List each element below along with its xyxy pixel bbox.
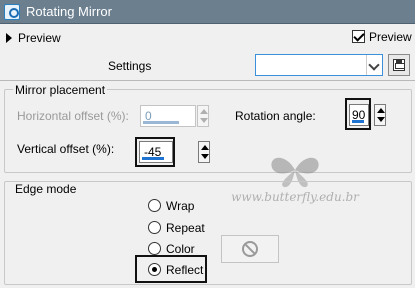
radio-button-icon[interactable] — [148, 263, 161, 276]
horizontal-offset-label: Horizontal offset (%): — [17, 109, 129, 123]
preview-row: Preview Preview o — [0, 24, 415, 52]
radio-repeat[interactable]: Repeat — [148, 221, 205, 235]
spin-down-icon[interactable] — [201, 154, 209, 159]
radio-color[interactable]: Color — [148, 242, 195, 256]
radio-repeat-label: Repeat — [166, 221, 205, 235]
radio-button-icon[interactable] — [148, 242, 161, 255]
radio-button-icon[interactable] — [148, 221, 161, 234]
app-icon — [4, 4, 20, 20]
radio-reflect-label: Reflect — [166, 263, 204, 277]
vertical-offset-label: Vertical offset (%): — [17, 142, 115, 156]
window-title: Rotating Mirror — [26, 4, 112, 19]
vertical-offset-input[interactable]: -45 — [139, 141, 173, 163]
radio-reflect[interactable]: Reflect — [148, 263, 203, 277]
spin-up-icon[interactable] — [377, 108, 385, 113]
spin-down-icon[interactable] — [377, 117, 385, 122]
mirror-placement-title: Mirror placement — [13, 83, 108, 97]
radio-button-icon[interactable] — [148, 199, 161, 212]
color-swatch[interactable] — [221, 235, 279, 263]
save-settings-button[interactable] — [388, 54, 410, 76]
horizontal-offset-input[interactable]: 0 — [140, 105, 196, 127]
preview-toggle[interactable]: Preview — [6, 31, 61, 45]
radio-wrap[interactable]: Wrap — [148, 199, 194, 213]
spin-up-icon[interactable] — [201, 145, 209, 150]
spin-down-icon[interactable] — [200, 118, 208, 123]
spin-up-icon[interactable] — [200, 109, 208, 114]
chevron-down-icon[interactable] — [366, 55, 382, 75]
vertical-offset-spinner[interactable] — [198, 141, 210, 163]
horizontal-offset-spinner[interactable] — [197, 105, 209, 127]
preview-checkbox[interactable]: Preview o — [352, 30, 415, 44]
checkbox-icon[interactable] — [352, 30, 365, 43]
divider — [0, 80, 415, 81]
horizontal-offset-bar — [143, 121, 179, 124]
vertical-offset-bar — [142, 157, 164, 160]
edge-mode-group — [4, 181, 412, 285]
rotation-angle-bar — [352, 120, 364, 123]
preview-checkbox-label: Preview o — [369, 30, 415, 44]
settings-label: Settings — [108, 59, 152, 73]
title-bar: Rotating Mirror — [0, 0, 415, 24]
preview-toggle-label: Preview — [18, 31, 61, 45]
rotation-angle-spinner[interactable] — [374, 104, 386, 126]
settings-dropdown[interactable] — [255, 54, 383, 76]
rotation-angle-input[interactable]: 90 — [349, 104, 369, 126]
no-entry-icon — [242, 241, 258, 257]
radio-wrap-label: Wrap — [166, 199, 195, 213]
radio-color-label: Color — [166, 242, 195, 256]
save-icon — [393, 59, 405, 71]
edge-mode-title: Edge mode — [13, 182, 79, 196]
rotation-angle-label: Rotation angle: — [235, 109, 316, 123]
expand-arrow-icon — [6, 33, 12, 43]
